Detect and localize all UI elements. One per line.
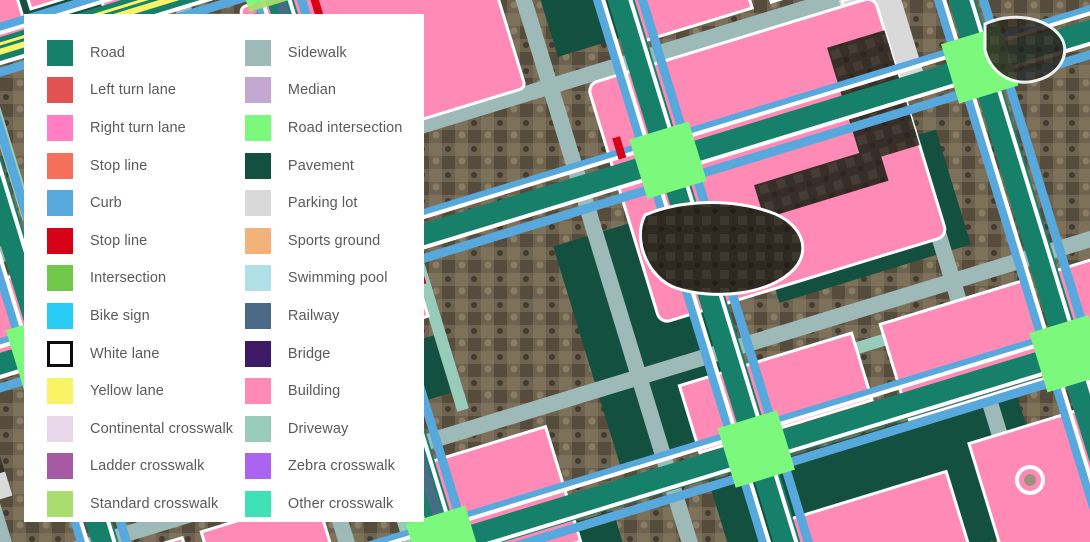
color-swatch-intersection: [47, 265, 73, 292]
legend-label-right-turn-lane: Right turn lane: [90, 119, 186, 136]
color-swatch-railway: [244, 302, 271, 329]
map-viewer: Road Left turn lane Right turn lane Stop…: [0, 0, 1090, 542]
color-swatch-parking-lot: [244, 190, 271, 217]
color-swatch-driveway: [244, 415, 271, 442]
legend-label-road: Road: [90, 44, 126, 61]
legend-label-continental-crosswalk: Continental crosswalk: [90, 420, 234, 437]
color-swatch-zebra-crosswalk: [244, 453, 271, 480]
legend-label-sidewalk: Sidewalk: [287, 44, 347, 61]
legend-label-left-turn-lane: Left turn lane: [90, 82, 177, 99]
legend-item-stop-line-orange[interactable]: Stop line: [47, 147, 245, 185]
legend-item-median[interactable]: Median: [244, 72, 424, 110]
legend-label-bike-sign: Bike sign: [90, 307, 150, 324]
legend-item-intersection[interactable]: Intersection: [47, 260, 245, 298]
color-swatch-median: [244, 77, 271, 104]
legend-column-right: Sidewalk Median Road intersection Paveme…: [244, 34, 424, 523]
legend-item-pavement[interactable]: Pavement: [244, 147, 424, 185]
legend-label-curb: Curb: [90, 195, 122, 212]
legend-label-standard-crosswalk: Standard crosswalk: [90, 495, 219, 512]
legend-label-driveway: Driveway: [287, 420, 349, 437]
legend-label-swimming-pool: Swimming pool: [287, 270, 388, 287]
legend-item-zebra-crosswalk[interactable]: Zebra crosswalk: [244, 448, 424, 486]
legend-item-yellow-lane[interactable]: Yellow lane: [47, 372, 245, 410]
color-swatch-stop-line-red: [47, 227, 73, 254]
color-swatch-sports-ground: [244, 227, 271, 254]
legend-label-sports-ground: Sports ground: [287, 232, 381, 249]
color-swatch-bridge: [244, 340, 271, 367]
legend-item-road[interactable]: Road: [47, 34, 245, 72]
color-swatch-swimming-pool: [244, 265, 271, 292]
legend-label-ladder-crosswalk: Ladder crosswalk: [90, 458, 205, 475]
legend-item-sidewalk[interactable]: Sidewalk: [244, 34, 424, 72]
legend-item-road-intersection[interactable]: Road intersection: [244, 109, 424, 147]
color-swatch-white-lane: [47, 340, 73, 367]
color-swatch-right-turn-lane: [47, 114, 73, 141]
legend-label-parking-lot: Parking lot: [287, 195, 358, 212]
color-swatch-ladder-crosswalk: [47, 453, 73, 480]
color-swatch-curb: [47, 190, 73, 217]
legend-label-bridge: Bridge: [287, 345, 331, 362]
legend-item-continental-crosswalk[interactable]: Continental crosswalk: [47, 410, 245, 448]
legend-columns: Road Left turn lane Right turn lane Stop…: [24, 34, 424, 523]
color-swatch-road: [47, 39, 73, 66]
legend-item-bridge[interactable]: Bridge: [244, 335, 424, 373]
legend-item-railway[interactable]: Railway: [244, 297, 424, 335]
legend-item-driveway[interactable]: Driveway: [244, 410, 424, 448]
color-swatch-bike-sign: [47, 302, 73, 329]
legend-item-left-turn-lane[interactable]: Left turn lane: [47, 72, 245, 110]
color-swatch-left-turn-lane: [47, 77, 73, 104]
color-swatch-pavement: [244, 152, 271, 179]
legend-item-bike-sign[interactable]: Bike sign: [47, 297, 245, 335]
legend-label-building: Building: [287, 383, 341, 400]
legend-label-intersection: Intersection: [90, 270, 167, 287]
color-swatch-road-intersection: [244, 114, 271, 141]
legend-label-zebra-crosswalk: Zebra crosswalk: [287, 458, 395, 475]
color-swatch-standard-crosswalk: [47, 490, 73, 517]
legend-label-road-intersection: Road intersection: [287, 119, 403, 136]
legend-label-pavement: Pavement: [287, 157, 355, 174]
legend-column-left: Road Left turn lane Right turn lane Stop…: [24, 34, 245, 523]
legend-item-ladder-crosswalk[interactable]: Ladder crosswalk: [47, 448, 245, 486]
legend-label-white-lane: White lane: [90, 345, 160, 362]
legend-label-stop-line-orange: Stop line: [90, 157, 148, 174]
color-swatch-continental-crosswalk: [47, 415, 73, 442]
legend-item-curb[interactable]: Curb: [47, 184, 245, 222]
legend-item-building[interactable]: Building: [244, 372, 424, 410]
legend-label-yellow-lane: Yellow lane: [90, 383, 164, 400]
legend-item-stop-line-red[interactable]: Stop line: [47, 222, 245, 260]
color-swatch-stop-line-orange: [47, 152, 73, 179]
legend-panel: Road Left turn lane Right turn lane Stop…: [24, 14, 424, 522]
legend-label-median: Median: [287, 82, 337, 99]
legend-item-standard-crosswalk[interactable]: Standard crosswalk: [47, 485, 245, 523]
legend-label-railway: Railway: [287, 307, 340, 324]
legend-item-white-lane[interactable]: White lane: [47, 335, 245, 373]
color-swatch-yellow-lane: [47, 378, 73, 405]
legend-item-right-turn-lane[interactable]: Right turn lane: [47, 109, 245, 147]
legend-label-other-crosswalk: Other crosswalk: [287, 495, 394, 512]
color-swatch-building: [244, 378, 271, 405]
color-swatch-other-crosswalk: [244, 490, 271, 517]
color-swatch-sidewalk: [244, 39, 271, 66]
legend-label-stop-line-red: Stop line: [90, 232, 148, 249]
legend-item-sports-ground[interactable]: Sports ground: [244, 222, 424, 260]
legend-item-parking-lot[interactable]: Parking lot: [244, 184, 424, 222]
legend-item-swimming-pool[interactable]: Swimming pool: [244, 260, 424, 298]
legend-item-other-crosswalk[interactable]: Other crosswalk: [244, 485, 424, 523]
